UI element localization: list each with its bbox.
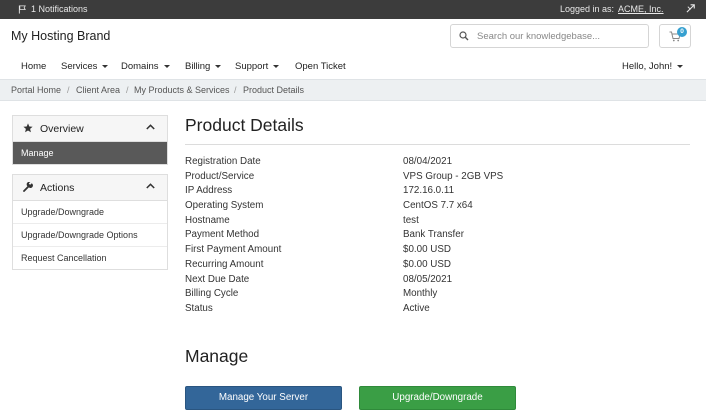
cart-button[interactable]: 0 (659, 24, 691, 48)
breadcrumb-separator: / (234, 85, 237, 95)
actions-panel-title: Actions (40, 182, 75, 194)
wrench-icon (23, 182, 33, 192)
caret-down-icon (215, 64, 222, 68)
detail-value: Bank Transfer (403, 229, 464, 241)
detail-value: test (403, 214, 419, 226)
breadcrumb: Portal Home / Client Area / My Products … (0, 79, 706, 101)
status-value: Active (403, 302, 430, 314)
sidebar-item-upgrade-downgrade-options[interactable]: Upgrade/Downgrade Options (13, 224, 167, 247)
detail-label: Recurring Amount (185, 258, 264, 270)
overview-panel-header[interactable]: Overview (13, 116, 167, 142)
product-details-list: Registration Date 08/04/2021 Product/Serv… (185, 156, 691, 318)
sidebar-item-manage[interactable]: Manage (13, 142, 167, 164)
detail-label: First Payment Amount (185, 244, 282, 256)
site-header: My Hosting Brand 0 (0, 19, 706, 57)
notifications-label: 1 Notifications (31, 4, 88, 14)
logged-in-label: Logged in as: (560, 4, 615, 14)
actions-panel-header[interactable]: Actions (13, 175, 167, 201)
cart-count-badge: 0 (677, 27, 687, 37)
detail-row: Operating System CentOS 7.7 x64 (185, 200, 691, 215)
detail-row: First Payment Amount $0.00 USD (185, 244, 691, 259)
chevron-up-icon[interactable] (146, 183, 155, 189)
account-name-link[interactable]: ACME, Inc. (618, 4, 664, 14)
detail-label: Status (185, 302, 213, 314)
search-icon (459, 31, 469, 41)
detail-label: Product/Service (185, 170, 255, 182)
nav-support[interactable]: Support (235, 61, 280, 72)
nav-billing[interactable]: Billing (185, 61, 222, 72)
detail-label: Next Due Date (185, 273, 250, 285)
detail-row: Status Active (185, 303, 691, 318)
detail-value: $0.00 USD (403, 258, 451, 270)
detail-row: Product/Service VPS Group - 2GB VPS (185, 171, 691, 186)
detail-label: Operating System (185, 200, 264, 212)
breadcrumb-portal-home[interactable]: Portal Home (11, 85, 61, 95)
sidebar-actions-panel: Actions Upgrade/Downgrade Upgrade/Downgr… (12, 174, 168, 270)
caret-down-icon (273, 64, 280, 68)
knowledgebase-search[interactable] (450, 24, 649, 48)
share-icon[interactable] (686, 3, 697, 14)
upgrade-downgrade-button[interactable]: Upgrade/Downgrade (359, 386, 516, 410)
detail-label: IP Address (185, 185, 233, 197)
manage-section-title: Manage (185, 346, 249, 366)
nav-domains[interactable]: Domains (121, 61, 170, 72)
caret-down-icon (163, 64, 170, 68)
overview-panel-title: Overview (40, 123, 84, 135)
star-icon (23, 123, 33, 133)
flag-icon (18, 4, 26, 14)
detail-row: Registration Date 08/04/2021 (185, 156, 691, 171)
detail-value: $0.00 USD (403, 244, 451, 256)
detail-row: IP Address 172.16.0.11 (185, 185, 691, 200)
user-greeting: Hello, John! (622, 61, 673, 72)
detail-label: Payment Method (185, 229, 260, 241)
breadcrumb-products-services[interactable]: My Products & Services (134, 85, 230, 95)
search-input[interactable] (477, 28, 642, 44)
nav-domains-label: Domains (121, 61, 159, 72)
top-bar: 1 Notifications Logged in as: ACME, Inc. (0, 0, 706, 19)
caret-down-icon (677, 64, 684, 68)
manage-server-button[interactable]: Manage Your Server (185, 386, 342, 410)
nav-services[interactable]: Services (61, 61, 109, 72)
detail-row: Payment Method Bank Transfer (185, 229, 691, 244)
detail-value: 08/05/2021 (403, 273, 453, 285)
main-nav: Home Services Domains Billing Support Op… (0, 57, 706, 79)
detail-label: Hostname (185, 214, 230, 226)
breadcrumb-separator: / (67, 85, 70, 95)
nav-home[interactable]: Home (21, 61, 46, 72)
nav-support-label: Support (235, 61, 269, 72)
title-divider (185, 144, 690, 145)
logged-in-info: Logged in as: ACME, Inc. (560, 4, 664, 14)
breadcrumb-client-area[interactable]: Client Area (76, 85, 120, 95)
detail-value: CentOS 7.7 x64 (403, 200, 473, 212)
detail-label: Registration Date (185, 156, 261, 167)
brand-logo[interactable]: My Hosting Brand (11, 29, 110, 43)
detail-row: Recurring Amount $0.00 USD (185, 259, 691, 274)
detail-value: VPS Group - 2GB VPS (403, 170, 504, 182)
detail-row: Next Due Date 08/05/2021 (185, 274, 691, 289)
page-title: Product Details (185, 115, 304, 135)
detail-value: 172.16.0.11 (403, 185, 455, 197)
nav-services-label: Services (61, 61, 98, 72)
sidebar-item-upgrade-downgrade[interactable]: Upgrade/Downgrade (13, 201, 167, 224)
notifications-link[interactable]: 1 Notifications (18, 4, 88, 14)
nav-user-menu[interactable]: Hello, John! (622, 61, 684, 72)
sidebar-overview-panel: Overview Manage (12, 115, 168, 165)
nav-billing-label: Billing (185, 61, 211, 72)
detail-row: Billing Cycle Monthly (185, 288, 691, 303)
sidebar-item-request-cancellation[interactable]: Request Cancellation (13, 247, 167, 269)
detail-row: Hostname test (185, 215, 691, 230)
breadcrumb-separator: / (126, 85, 129, 95)
caret-down-icon (102, 64, 109, 68)
nav-open-ticket[interactable]: Open Ticket (295, 61, 346, 72)
chevron-up-icon[interactable] (146, 124, 155, 130)
detail-value: Monthly (403, 288, 438, 300)
detail-value: 08/04/2021 (403, 156, 453, 167)
detail-label: Billing Cycle (185, 288, 239, 300)
breadcrumb-current: Product Details (243, 85, 305, 95)
